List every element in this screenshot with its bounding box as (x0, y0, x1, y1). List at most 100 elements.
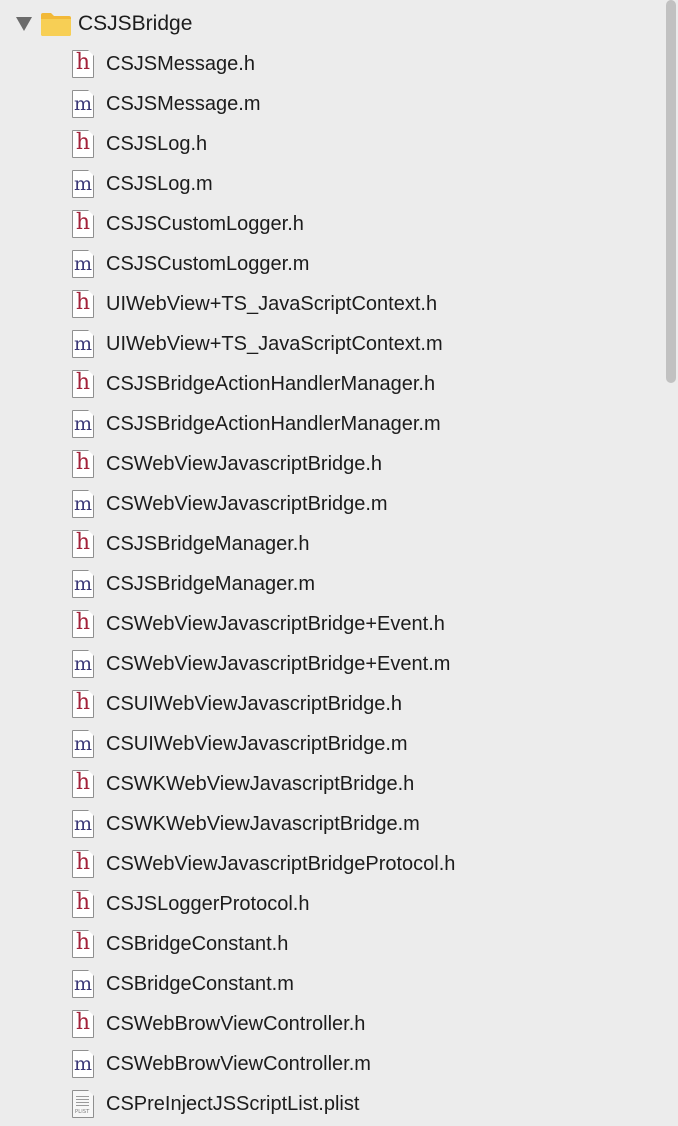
file-row[interactable]: h CSWebViewJavascriptBridgeProtocol.h (0, 844, 664, 884)
implementation-file-icon: m (72, 970, 94, 998)
folder-icon (41, 13, 71, 36)
implementation-file-icon: m (72, 250, 94, 278)
implementation-file-icon: m (72, 810, 94, 838)
header-file-icon: h (72, 610, 94, 638)
scrollbar-thumb[interactable] (666, 0, 676, 383)
file-type-glyph: m (73, 733, 93, 755)
file-type-glyph: h (75, 890, 91, 915)
file-label: CSJSBridgeActionHandlerManager.h (106, 373, 436, 395)
file-label: CSWebViewJavascriptBridge.m (106, 493, 388, 515)
file-label: CSJSBridgeManager.m (106, 573, 315, 595)
file-label: CSJSLog.h (106, 133, 208, 155)
file-type-glyph: m (73, 413, 93, 435)
file-label: CSJSMessage.m (106, 93, 261, 115)
header-file-icon: h (72, 530, 94, 558)
plist-file-icon: PLIST (72, 1090, 94, 1118)
file-type-glyph: h (75, 530, 91, 555)
header-file-icon: h (72, 50, 94, 78)
file-row[interactable]: m CSWKWebViewJavascriptBridge.m (0, 804, 664, 844)
file-label: CSWebBrowViewController.m (106, 1053, 371, 1075)
file-type-glyph: m (73, 1053, 93, 1075)
file-label: CSJSCustomLogger.m (106, 253, 310, 275)
file-row[interactable]: m UIWebView+TS_JavaScriptContext.m (0, 324, 664, 364)
implementation-file-icon: m (72, 730, 94, 758)
file-row[interactable]: PLIST CSPreInjectJSScriptList.plist (0, 1084, 664, 1124)
header-file-icon: h (72, 210, 94, 238)
file-label: CSWebViewJavascriptBridgeProtocol.h (106, 853, 456, 875)
file-type-glyph: m (73, 333, 93, 355)
file-type-glyph: h (75, 610, 91, 635)
file-row[interactable]: m CSBridgeConstant.m (0, 964, 664, 1004)
file-row[interactable]: m CSWebViewJavascriptBridge.m (0, 484, 664, 524)
file-row[interactable]: m CSWebViewJavascriptBridge+Event.m (0, 644, 664, 684)
file-row[interactable]: m CSJSBridgeActionHandlerManager.m (0, 404, 664, 444)
file-label: CSWebViewJavascriptBridge.h (106, 453, 383, 475)
file-type-glyph: h (75, 770, 91, 795)
file-row[interactable]: m CSWebBrowViewController.m (0, 1044, 664, 1084)
file-label: CSJSLoggerProtocol.h (106, 893, 310, 915)
file-type-glyph: m (73, 173, 93, 195)
file-label: CSJSMessage.h (106, 53, 255, 75)
header-file-icon: h (72, 930, 94, 958)
file-type-glyph: h (75, 850, 91, 875)
header-file-icon: h (72, 850, 94, 878)
file-type-glyph: m (73, 493, 93, 515)
file-type-glyph: m (73, 973, 93, 995)
file-label: CSBridgeConstant.h (106, 933, 289, 955)
file-label: CSWKWebViewJavascriptBridge.h (106, 773, 415, 795)
file-label: CSWebViewJavascriptBridge+Event.h (106, 613, 445, 635)
file-row[interactable]: h CSJSBridgeManager.h (0, 524, 664, 564)
implementation-file-icon: m (72, 490, 94, 518)
file-type-glyph: h (75, 450, 91, 475)
implementation-file-icon: m (72, 90, 94, 118)
file-type-glyph: h (75, 1010, 91, 1035)
file-row[interactable]: m CSJSBridgeManager.m (0, 564, 664, 604)
file-row[interactable]: h CSWebBrowViewController.h (0, 1004, 664, 1044)
file-label: CSJSBridgeActionHandlerManager.m (106, 413, 441, 435)
file-row[interactable]: m CSJSCustomLogger.m (0, 244, 664, 284)
file-label: CSJSBridgeManager.h (106, 533, 310, 555)
group-label: CSJSBridge (78, 12, 193, 35)
header-file-icon: h (72, 290, 94, 318)
file-type-glyph: h (75, 370, 91, 395)
file-row[interactable]: h CSJSMessage.h (0, 44, 664, 84)
file-label: CSBridgeConstant.m (106, 973, 294, 995)
file-row[interactable]: m CSJSLog.m (0, 164, 664, 204)
file-row[interactable]: h CSJSBridgeActionHandlerManager.h (0, 364, 664, 404)
file-row[interactable]: m CSJSMessage.m (0, 84, 664, 124)
file-label: CSJSCustomLogger.h (106, 213, 304, 235)
file-row[interactable]: h CSWKWebViewJavascriptBridge.h (0, 764, 664, 804)
file-row[interactable]: h CSBridgeConstant.h (0, 924, 664, 964)
header-file-icon: h (72, 690, 94, 718)
file-row[interactable]: h CSWebViewJavascriptBridge+Event.h (0, 604, 664, 644)
file-type-glyph: h (75, 290, 91, 315)
file-label: CSPreInjectJSScriptList.plist (106, 1093, 360, 1115)
file-type-glyph: m (73, 253, 93, 275)
header-file-icon: h (72, 130, 94, 158)
file-type-glyph: h (75, 690, 91, 715)
file-row[interactable]: h CSJSLog.h (0, 124, 664, 164)
file-label: CSWKWebViewJavascriptBridge.m (106, 813, 420, 835)
header-file-icon: h (72, 890, 94, 918)
file-type-glyph: h (75, 210, 91, 235)
plist-tag: PLIST (75, 1109, 90, 1115)
header-file-icon: h (72, 1010, 94, 1038)
vertical-scrollbar[interactable] (664, 0, 678, 1126)
file-row[interactable]: h CSJSLoggerProtocol.h (0, 884, 664, 924)
file-row[interactable]: h CSWebViewJavascriptBridge.h (0, 444, 664, 484)
header-file-icon: h (72, 370, 94, 398)
project-navigator: CSJSBridge h CSJSMessage.h m CSJSMessage.m h… (0, 0, 664, 1126)
group-row-csjsbridge[interactable]: CSJSBridge (0, 4, 664, 44)
file-row[interactable]: h UIWebView+TS_JavaScriptContext.h (0, 284, 664, 324)
file-label: CSWebBrowViewController.h (106, 1013, 366, 1035)
file-type-glyph: m (73, 93, 93, 115)
header-file-icon: h (72, 770, 94, 798)
file-row[interactable]: m CSUIWebViewJavascriptBridge.m (0, 724, 664, 764)
file-label: UIWebView+TS_JavaScriptContext.m (106, 333, 443, 355)
file-row[interactable]: h CSJSCustomLogger.h (0, 204, 664, 244)
header-file-icon: h (72, 450, 94, 478)
implementation-file-icon: m (72, 330, 94, 358)
implementation-file-icon: m (72, 410, 94, 438)
file-row[interactable]: h CSUIWebViewJavascriptBridge.h (0, 684, 664, 724)
disclosure-triangle-icon[interactable] (16, 17, 32, 31)
